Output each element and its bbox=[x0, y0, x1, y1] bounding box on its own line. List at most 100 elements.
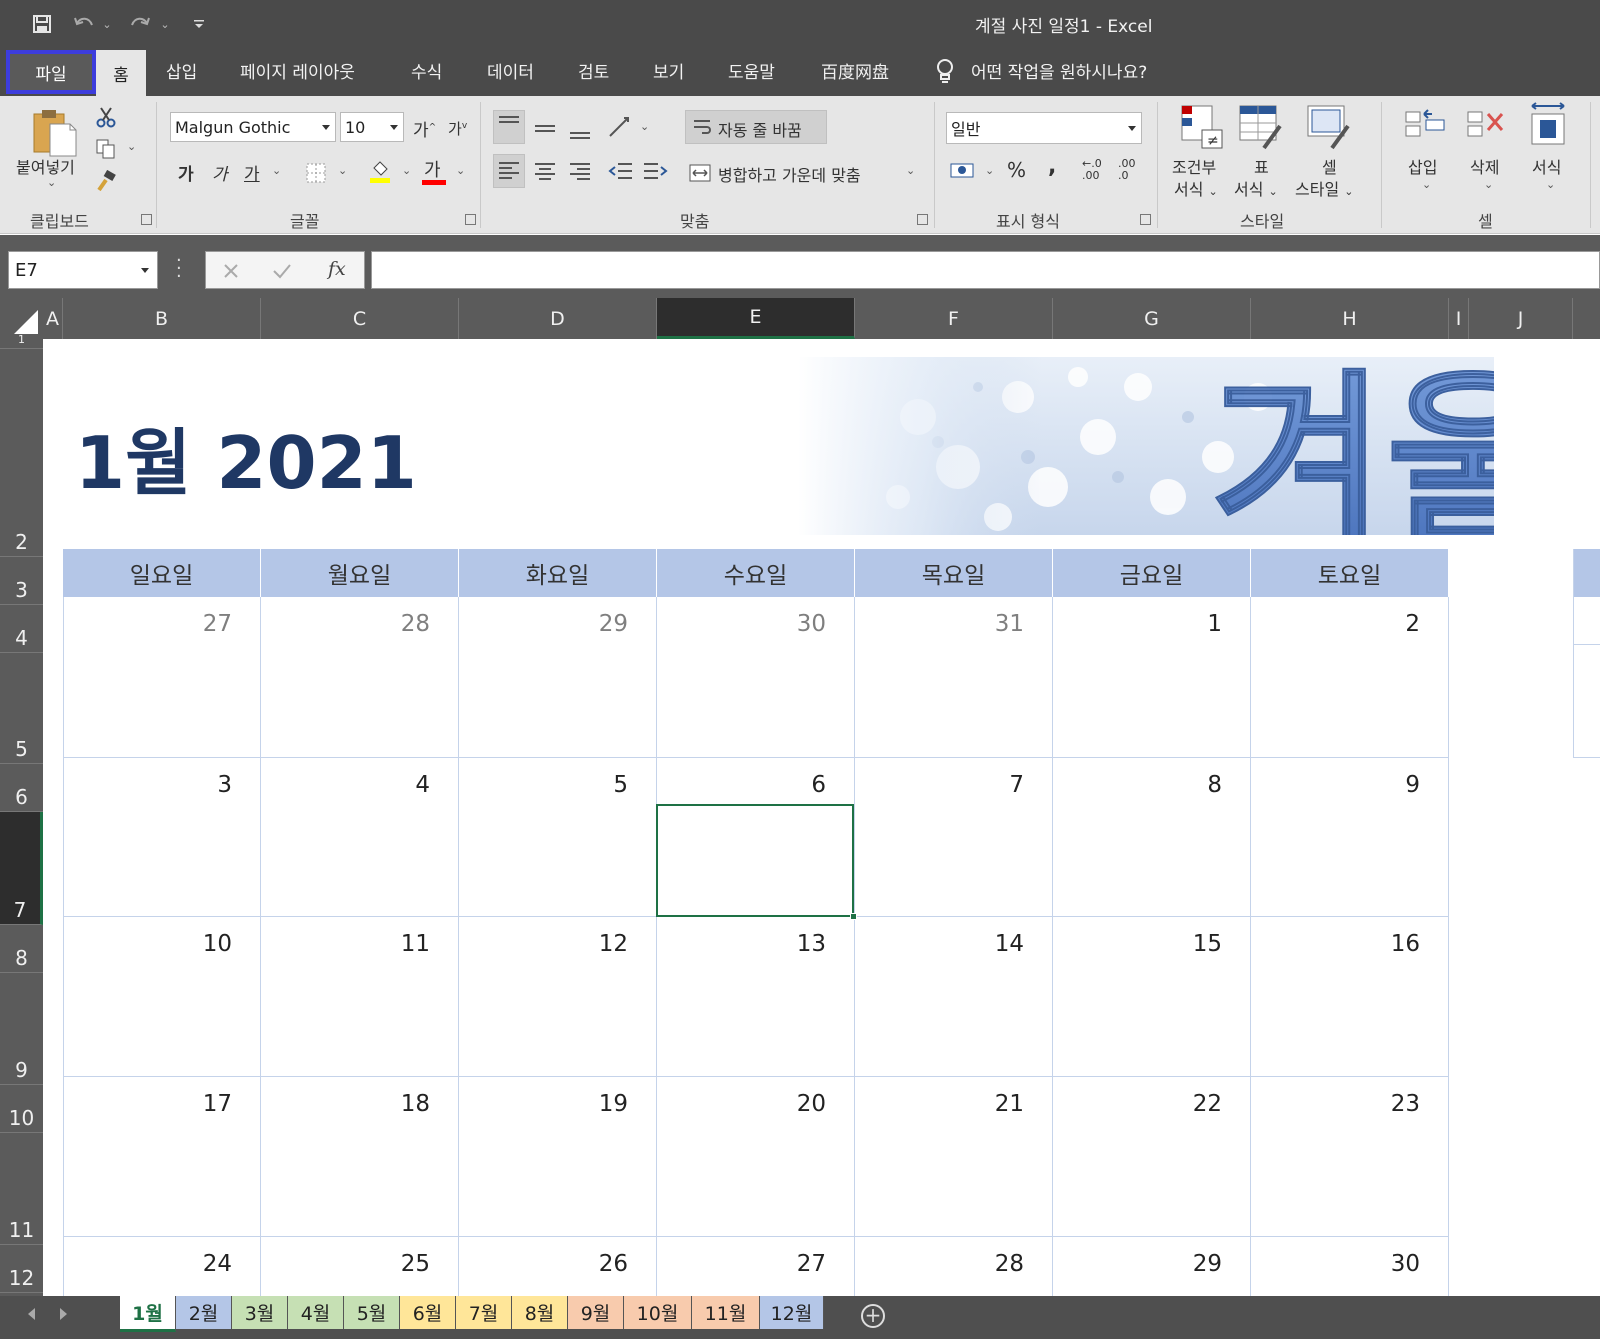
row-header-9[interactable]: 9 bbox=[0, 973, 43, 1085]
underline-button[interactable]: 가 bbox=[244, 160, 260, 185]
font-color-dropdown-icon[interactable]: ⌄ bbox=[456, 164, 465, 177]
select-all-icon[interactable] bbox=[12, 308, 40, 336]
calendar-day-cell[interactable]: 27 bbox=[63, 597, 261, 758]
clipboard-launcher-icon[interactable] bbox=[141, 214, 152, 225]
calendar-day-cell[interactable]: 30 bbox=[657, 597, 855, 758]
cell-styles-icon[interactable] bbox=[1306, 104, 1352, 150]
format-as-table-icon[interactable] bbox=[1238, 104, 1284, 150]
merge-center-button[interactable]: 병합하고 가운데 맞춤 bbox=[718, 162, 861, 186]
insert-cells-icon[interactable] bbox=[1402, 104, 1448, 150]
sheet-tab[interactable]: 12월 bbox=[760, 1296, 824, 1329]
percent-button[interactable]: % bbox=[1007, 158, 1026, 182]
column-header-d[interactable]: D bbox=[459, 298, 657, 339]
column-header-i[interactable]: I bbox=[1449, 298, 1469, 339]
sheet-tab[interactable]: 6월 bbox=[400, 1296, 456, 1329]
sheet-tab[interactable]: 3월 bbox=[232, 1296, 288, 1329]
sheet-tab[interactable]: 1월 bbox=[120, 1296, 176, 1332]
row-header-1[interactable]: 1 bbox=[0, 333, 43, 349]
winter-banner-image[interactable]: 겨울 bbox=[798, 357, 1494, 535]
column-header-h[interactable]: H bbox=[1251, 298, 1449, 339]
font-launcher-icon[interactable] bbox=[465, 214, 476, 225]
sheet-tab[interactable]: 7월 bbox=[456, 1296, 512, 1329]
calendar-day-cell[interactable]: 14 bbox=[855, 917, 1053, 1077]
fill-color-icon[interactable] bbox=[368, 158, 392, 184]
month-title[interactable]: 1월 2021 bbox=[75, 404, 417, 509]
format-painter-icon[interactable] bbox=[95, 170, 117, 192]
number-format-select[interactable]: 일반 bbox=[946, 112, 1142, 144]
delete-cells-label[interactable]: 삭제 bbox=[1470, 154, 1499, 178]
format-as-table-label-2[interactable]: 서식 ⌄ bbox=[1234, 176, 1278, 200]
align-top-button[interactable] bbox=[493, 110, 525, 144]
calendar-day-cell[interactable]: 30 bbox=[1251, 1237, 1449, 1296]
calendar-day-cell[interactable]: 25 bbox=[261, 1237, 459, 1296]
calendar-day-cell[interactable]: 3 bbox=[63, 758, 261, 917]
grow-font-button[interactable]: 가^ bbox=[413, 116, 436, 141]
calendar-day-cell[interactable]: 27 bbox=[657, 1237, 855, 1296]
row-header-12[interactable]: 12 bbox=[0, 1245, 43, 1293]
tab-insert[interactable]: 삽입 bbox=[166, 58, 197, 83]
row-header-4[interactable]: 4 bbox=[0, 605, 43, 653]
calendar-day-cell[interactable]: 24 bbox=[63, 1237, 261, 1296]
tab-baidu-netdisk[interactable]: 百度网盘 bbox=[821, 58, 889, 83]
formula-input[interactable] bbox=[371, 251, 1600, 289]
add-sheet-icon[interactable]: + bbox=[861, 1304, 885, 1328]
format-cells-icon[interactable] bbox=[1526, 102, 1572, 150]
calendar-day-cell[interactable]: 2 bbox=[1251, 597, 1449, 758]
customize-qat-icon[interactable] bbox=[190, 10, 208, 38]
redo-icon[interactable] bbox=[126, 10, 154, 38]
weekday-header[interactable]: 화요일 bbox=[459, 549, 657, 597]
row-header-5[interactable]: 5 bbox=[0, 653, 43, 764]
calendar-day-cell[interactable]: 10 bbox=[63, 917, 261, 1077]
orientation-icon[interactable] bbox=[606, 112, 636, 142]
calendar-day-cell[interactable]: 31 bbox=[855, 597, 1053, 758]
name-box[interactable]: E7 bbox=[8, 251, 158, 289]
calendar-day-cell[interactable]: 16 bbox=[1251, 917, 1449, 1077]
row-header-6[interactable]: 6 bbox=[0, 764, 43, 812]
calendar-day-cell[interactable]: 1 bbox=[1053, 597, 1251, 758]
conditional-formatting-label-2[interactable]: 서식 ⌄ bbox=[1174, 176, 1218, 200]
font-size-select[interactable]: 10 bbox=[340, 112, 404, 142]
save-icon[interactable] bbox=[28, 10, 56, 38]
selected-cell-e7[interactable] bbox=[656, 804, 854, 917]
align-bottom-icon[interactable] bbox=[565, 114, 595, 144]
sheet-tab[interactable]: 2월 bbox=[176, 1296, 232, 1329]
calendar-day-cell[interactable]: 21 bbox=[855, 1077, 1053, 1237]
sheet-scroll-left-icon[interactable] bbox=[28, 1308, 35, 1320]
number-launcher-icon[interactable] bbox=[1140, 214, 1151, 225]
calendar-day-cell[interactable]: 28 bbox=[855, 1237, 1053, 1296]
italic-button[interactable]: 가 bbox=[212, 160, 228, 185]
insert-cells-dropdown-icon[interactable]: ⌄ bbox=[1422, 178, 1431, 191]
calendar-day-cell[interactable]: 12 bbox=[459, 917, 657, 1077]
column-header-a[interactable]: A bbox=[43, 298, 63, 339]
calendar-day-cell[interactable]: 19 bbox=[459, 1077, 657, 1237]
calendar-day-cell[interactable]: 22 bbox=[1053, 1077, 1251, 1237]
tab-page-layout[interactable]: 페이지 레이아웃 bbox=[240, 58, 355, 83]
undo-icon[interactable] bbox=[70, 10, 98, 38]
currency-dropdown-icon[interactable]: ⌄ bbox=[985, 164, 994, 177]
increase-indent-icon[interactable] bbox=[640, 156, 670, 186]
weekday-header[interactable]: 일요일 bbox=[63, 549, 261, 597]
calendar-day-cell[interactable]: 28 bbox=[261, 597, 459, 758]
align-left-button[interactable] bbox=[493, 154, 525, 188]
delete-cells-dropdown-icon[interactable]: ⌄ bbox=[1484, 178, 1493, 191]
currency-icon[interactable] bbox=[950, 160, 976, 182]
tab-data[interactable]: 데이터 bbox=[487, 58, 534, 83]
calendar-day-cell[interactable]: 23 bbox=[1251, 1077, 1449, 1237]
row-header-7[interactable]: 7 bbox=[0, 812, 43, 925]
column-header-c[interactable]: C bbox=[261, 298, 459, 339]
column-header-f[interactable]: F bbox=[855, 298, 1053, 339]
copy-icon[interactable] bbox=[95, 138, 117, 160]
calendar-day-cell[interactable]: 15 bbox=[1053, 917, 1251, 1077]
tab-formulas[interactable]: 수식 bbox=[411, 58, 442, 83]
weekday-header[interactable]: 금요일 bbox=[1053, 549, 1251, 597]
sheet-tab[interactable]: 9월 bbox=[568, 1296, 624, 1329]
sheet-tab[interactable]: 11월 bbox=[692, 1296, 760, 1329]
undo-dropdown-icon[interactable]: ⌄ bbox=[100, 10, 114, 38]
row-header-3[interactable]: 3 bbox=[0, 557, 43, 605]
align-middle-icon[interactable] bbox=[530, 114, 560, 144]
cell-styles-label-1[interactable]: 셀 bbox=[1322, 154, 1337, 178]
calendar-day-cell[interactable]: 18 bbox=[261, 1077, 459, 1237]
calendar-day-cell[interactable]: 7 bbox=[855, 758, 1053, 917]
side-panel-row-1[interactable] bbox=[1573, 597, 1600, 645]
sheet-tab[interactable]: 5월 bbox=[344, 1296, 400, 1329]
